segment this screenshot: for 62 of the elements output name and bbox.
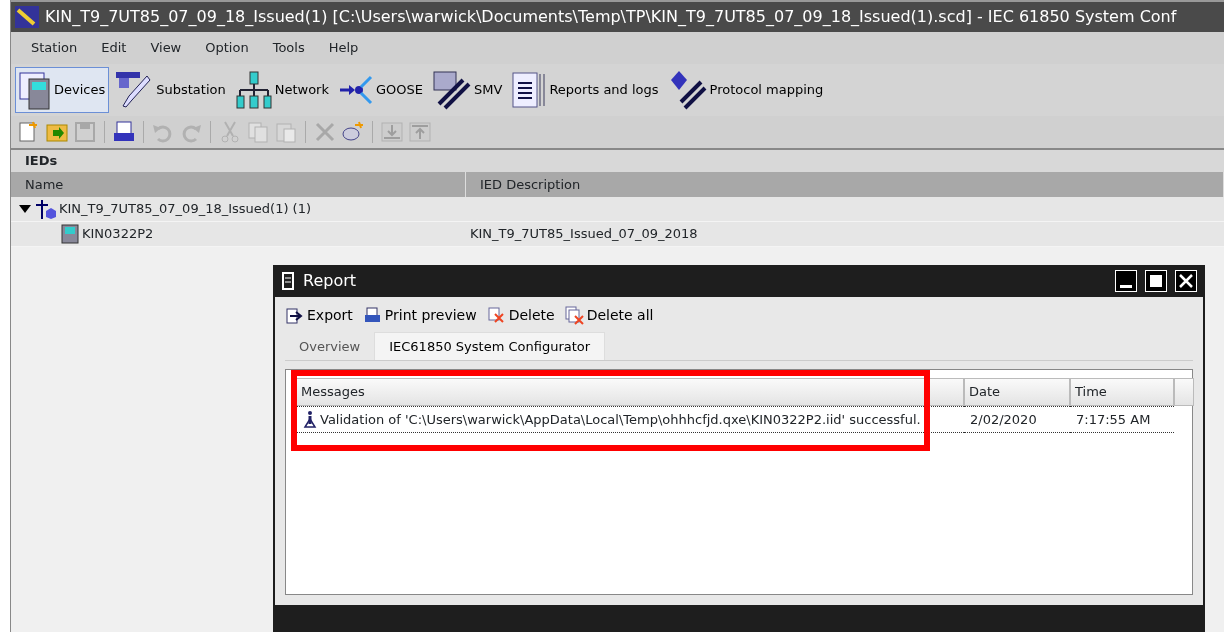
device-icon [61,224,79,244]
tree-row[interactable]: KIN_T9_7UT85_07_09_18_Issued(1) (1) [11,197,1224,222]
export-icon [285,305,304,325]
selection-outline[interactable]: Validation of 'C:\Users\warwick\AppData\Local\Temp\ohhhcfjd.qxe\KIN0322P2.iid' successful. [296,405,964,433]
window-title: KIN_T9_7UT85_07_09_18_Issued(1) [C:\Users\warwick\Documents\Temp\TP\KIN_T9_7UT85_07_09_18_Issued(1).scd] - IEC 61850 System Conf [45,6,1177,28]
tree-row[interactable]: KIN0322P2 KIN_T9_7UT85_Issued_07_09_2018 [11,222,1224,247]
delete-all-icon [564,305,584,325]
meter-icon [433,70,471,110]
export-button[interactable]: Export [285,304,353,326]
table-cell-text: 7:17:55 AM [1076,410,1151,429]
info-icon [302,410,318,429]
delete-button[interactable]: Delete [486,304,555,326]
view-button[interactable]: Substation [111,67,230,113]
tab[interactable]: Overview [285,332,375,360]
column-header[interactable]: Date [964,378,1070,406]
selection-outline[interactable]: 2/02/2020 [964,405,1070,433]
menu-item[interactable]: Station [19,38,90,58]
column-header[interactable]: Name [11,171,466,197]
delete-icon [486,305,506,325]
document-icon [512,71,547,109]
column-header [1174,378,1194,406]
tab[interactable]: IEC61850 System Configurator [374,331,606,360]
view-button[interactable]: Devices [15,67,110,113]
scroll-icon [281,272,295,290]
view-button[interactable]: Protocol mapping [664,67,828,113]
menu-item[interactable]: Edit [89,38,139,58]
printer-icon[interactable] [112,120,136,144]
diamond-icon [668,70,707,110]
view-button[interactable]: Reports and logs [508,68,663,112]
print-preview-button[interactable]: Print preview [362,304,477,326]
section-title: IEDs [11,150,1224,172]
menu-item[interactable]: Tools [260,38,317,58]
close-icon [1179,274,1193,288]
column-header[interactable]: Messages [296,378,964,406]
menu-item[interactable]: Option [193,38,261,58]
table-cell-text: Validation of 'C:\Users\warwick\AppData\Local\Temp\ohhhcfjd.qxe\KIN0322P2.iid' successful. [320,410,921,429]
devices-icon [19,70,51,110]
delete-all-button[interactable]: Delete all [564,304,654,326]
column-header[interactable]: Time [1070,378,1174,406]
view-button[interactable]: GOOSE [335,69,427,111]
close-button[interactable] [1175,270,1197,292]
column-header[interactable]: IED Description [466,171,1224,197]
selection-outline[interactable]: 7:17:55 AM [1070,405,1174,433]
view-button[interactable]: SMV [429,67,507,113]
pylon-icon [34,199,56,219]
caret-icon[interactable] [19,204,31,214]
menu-item[interactable]: Help [316,38,371,58]
minimize-button[interactable] [1115,270,1137,292]
table-cell-text: KIN_T9_7UT85_Issued_07_09_2018 [470,225,698,244]
window-title: Report [303,270,358,292]
tree-item-label: KIN_T9_7UT85_07_09_18_Issued(1) (1) [59,200,312,219]
app-icon [15,6,39,28]
menu-item[interactable]: View [138,38,194,58]
table-cell-text: 2/02/2020 [970,410,1037,429]
tree-item-label: KIN0322P2 [82,225,154,244]
network-icon [235,70,272,110]
speech-bubble-icon[interactable] [341,120,365,144]
maximize-button[interactable] [1145,270,1167,292]
printer-icon [362,305,382,325]
maximize-icon [1150,275,1162,287]
minimize-icon [1120,284,1132,288]
view-button[interactable]: Network [231,67,333,113]
